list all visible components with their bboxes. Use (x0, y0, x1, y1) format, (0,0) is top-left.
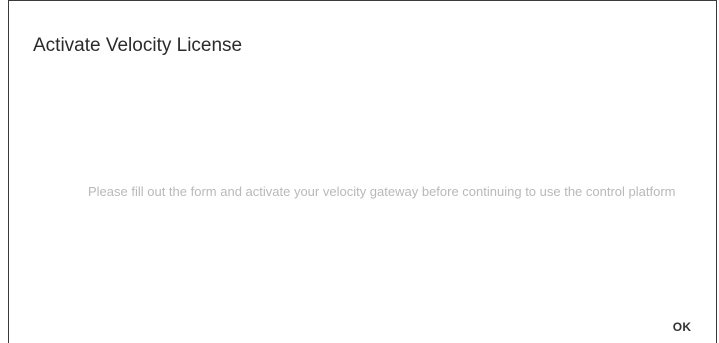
activate-license-dialog: Activate Velocity License Please fill ou… (8, 0, 717, 343)
dialog-title: Activate Velocity License (33, 35, 243, 56)
ok-button[interactable]: OK (669, 317, 695, 337)
dialog-message: Please fill out the form and activate yo… (88, 184, 676, 199)
